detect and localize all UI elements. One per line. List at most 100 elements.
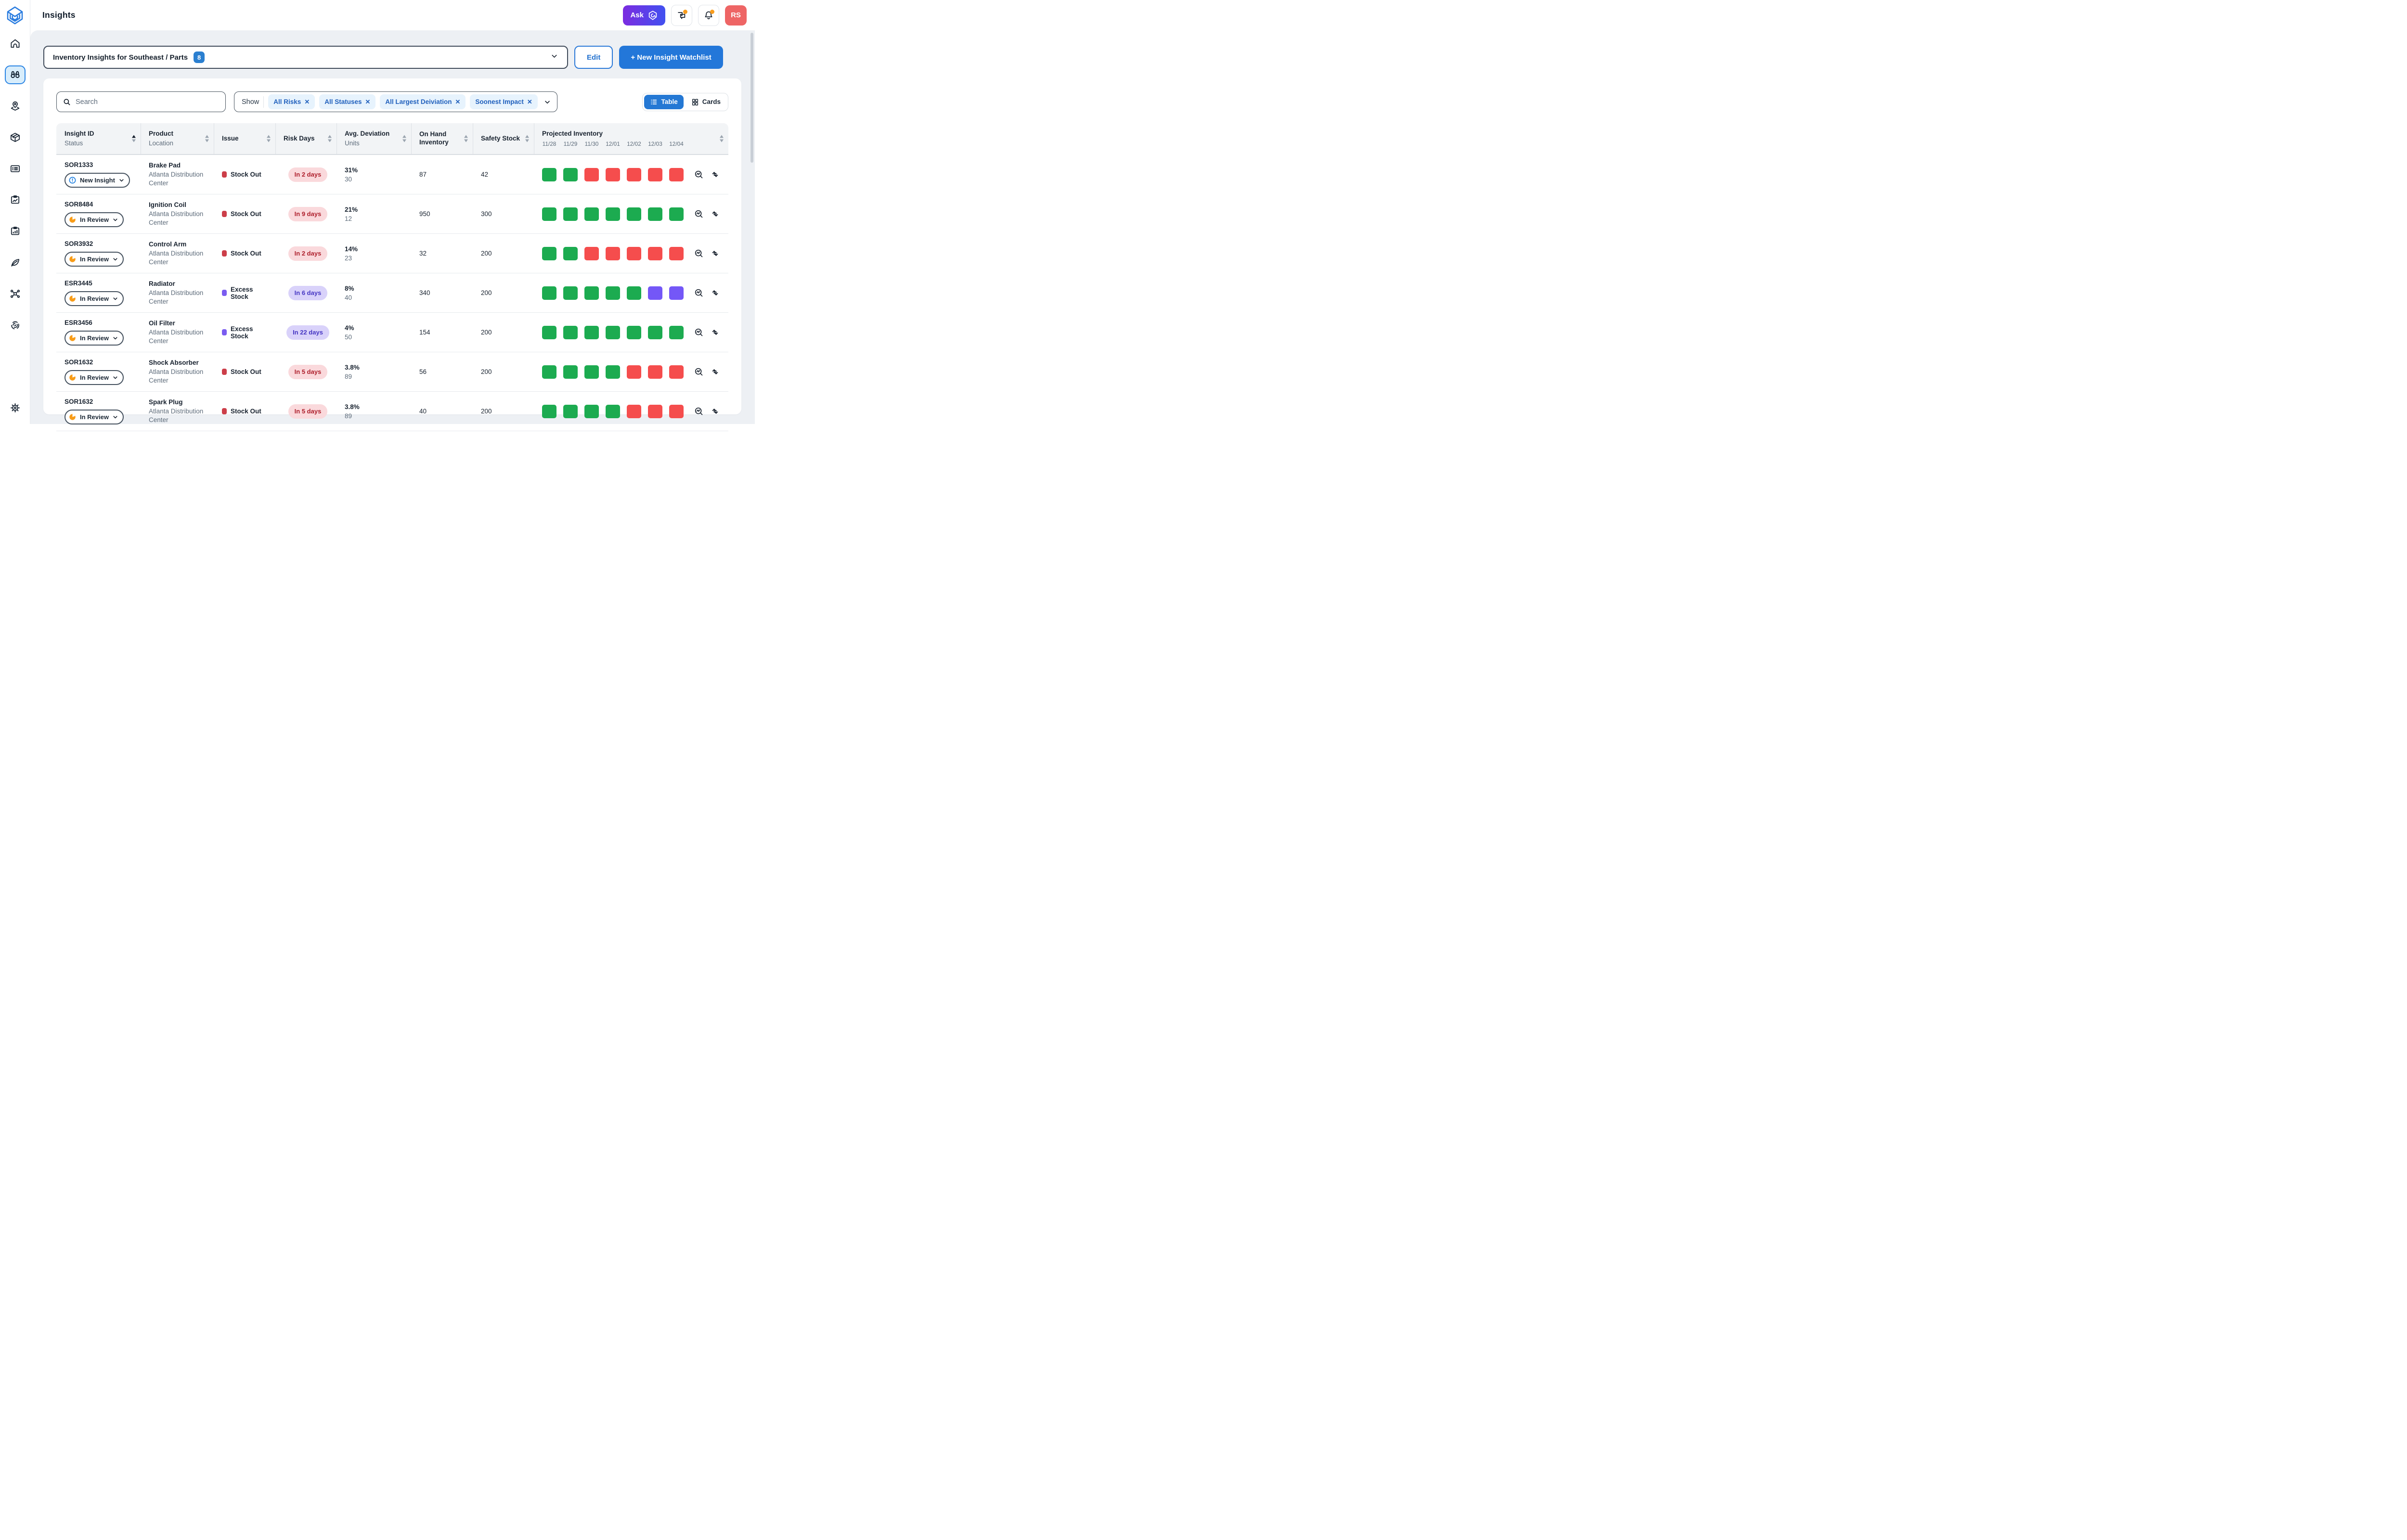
filter-chip-largest-deviation[interactable]: All Largest Deiviation✕ <box>380 94 466 109</box>
chevron-down-icon <box>550 52 558 63</box>
sidebar-item-home[interactable] <box>5 34 26 53</box>
risk-days-badge: In 2 days <box>288 246 328 261</box>
projected-day-square <box>606 286 620 300</box>
chat-button[interactable] <box>671 5 692 26</box>
watchlist-select[interactable]: Inventory Insights for Southeast / Parts… <box>43 46 568 69</box>
transfer-button[interactable] <box>710 169 720 180</box>
status-dropdown[interactable]: In Review <box>65 291 124 306</box>
projected-day-square <box>542 365 556 379</box>
sidebar-item-sustainability[interactable] <box>5 253 26 272</box>
explore-insight-button[interactable] <box>694 248 704 258</box>
sidebar-item-network[interactable] <box>5 284 26 303</box>
sidebar-item-insights[interactable] <box>5 65 26 84</box>
transfer-button[interactable] <box>710 288 720 298</box>
column-header-safety-stock[interactable]: Safety Stock <box>473 123 534 154</box>
show-label: Show <box>242 98 259 106</box>
new-watchlist-button[interactable]: + New Insight Watchlist <box>619 46 723 69</box>
page-title: Insights <box>42 10 76 20</box>
product-cell: Ignition Coil Atlanta Distribution Cente… <box>141 196 214 231</box>
on-hand-cell: 40 <box>412 403 473 420</box>
status-dropdown[interactable]: In Review <box>65 212 124 227</box>
remove-chip-icon[interactable]: ✕ <box>527 98 532 106</box>
ask-button[interactable]: Ask <box>623 5 665 26</box>
user-avatar[interactable]: RS <box>725 5 747 26</box>
sort-icon[interactable] <box>402 135 406 142</box>
column-header-insight-id[interactable]: Insight ID Status <box>56 123 141 154</box>
sidebar-item-locations[interactable] <box>5 97 26 116</box>
explore-insight-button[interactable] <box>694 169 704 180</box>
sidebar-item-planning[interactable] <box>5 222 26 241</box>
projected-day-square <box>648 326 662 339</box>
sort-icon[interactable] <box>525 135 529 142</box>
explore-insight-button[interactable] <box>694 406 704 416</box>
explore-insight-button[interactable] <box>694 209 704 219</box>
risk-days-badge: In 22 days <box>286 325 329 340</box>
watchlist-count-badge: 8 <box>194 51 205 63</box>
edit-watchlist-button[interactable]: Edit <box>574 46 613 69</box>
risk-days-cell: In 2 days <box>276 242 337 266</box>
filter-chip-all-risks[interactable]: All Risks✕ <box>268 94 315 109</box>
transfer-button[interactable] <box>710 209 720 219</box>
filter-chip-soonest-impact[interactable]: Soonest Impact✕ <box>470 94 537 109</box>
in-review-icon <box>68 295 77 303</box>
table-row: SOR8484 In Review Ignition Coil Atlanta … <box>56 194 728 234</box>
explore-insight-button[interactable] <box>694 367 704 377</box>
status-dropdown[interactable]: In Review <box>65 370 124 385</box>
cards-view-button[interactable]: Cards <box>686 95 726 109</box>
transfer-button[interactable] <box>710 367 720 377</box>
sidebar-item-products[interactable] <box>5 128 26 147</box>
sort-icon[interactable] <box>720 135 724 142</box>
projected-cell <box>534 400 728 423</box>
column-header-product[interactable]: Product Location <box>141 123 214 154</box>
column-header-avg-deviation[interactable]: Avg. Deviation Units <box>337 123 412 154</box>
leaf-icon <box>10 257 21 268</box>
chevron-down-icon <box>112 295 118 302</box>
search-input[interactable] <box>76 98 220 106</box>
sidebar-item-orders[interactable] <box>5 159 26 178</box>
remove-chip-icon[interactable]: ✕ <box>365 98 371 106</box>
table-view-button[interactable]: Table <box>644 95 683 109</box>
projected-day-square <box>627 286 641 300</box>
explore-insight-button[interactable] <box>694 327 704 337</box>
issue-cell: Stock Out <box>214 403 276 420</box>
sidebar-item-settings[interactable] <box>5 398 26 417</box>
transfer-button[interactable] <box>710 327 720 337</box>
status-dropdown[interactable]: In Review <box>65 331 124 346</box>
on-hand-cell: 154 <box>412 324 473 341</box>
projected-dates: 11/2811/2911/3012/0112/0212/0312/04 <box>542 141 716 147</box>
projected-day-square <box>648 286 662 300</box>
remove-chip-icon[interactable]: ✕ <box>455 98 460 106</box>
sort-icon[interactable] <box>328 135 332 142</box>
notifications-button[interactable] <box>698 5 719 26</box>
filters-chevron-down-icon[interactable] <box>544 98 551 106</box>
projected-day-square <box>606 405 620 418</box>
explore-insight-button[interactable] <box>694 288 704 298</box>
status-dropdown[interactable]: In Review <box>65 410 124 424</box>
risk-days-badge: In 2 days <box>288 167 328 182</box>
projected-day-square <box>563 247 578 260</box>
issue-cell: Stock Out <box>214 245 276 262</box>
sort-icon[interactable] <box>132 135 136 142</box>
status-dropdown[interactable]: In Review <box>65 252 124 267</box>
app-logo-icon[interactable] <box>5 4 25 26</box>
column-header-on-hand[interactable]: On Hand Inventory <box>412 123 473 154</box>
status-dropdown[interactable]: New Insight <box>65 173 130 188</box>
column-header-issue[interactable]: Issue <box>214 123 276 154</box>
vertical-scrollbar[interactable] <box>751 33 753 163</box>
transfer-button[interactable] <box>710 248 720 258</box>
filter-chip-all-statuses[interactable]: All Statuses✕ <box>319 94 375 109</box>
transfer-button[interactable] <box>710 406 720 416</box>
sort-icon[interactable] <box>464 135 468 142</box>
remove-chip-icon[interactable]: ✕ <box>304 98 310 106</box>
projected-day-square <box>627 405 641 418</box>
radar-icon <box>10 320 21 331</box>
sort-icon[interactable] <box>267 135 271 142</box>
sidebar-item-reports[interactable] <box>5 191 26 209</box>
column-header-projected[interactable]: Projected Inventory 11/2811/2911/3012/01… <box>534 123 728 154</box>
sidebar-item-radar[interactable] <box>5 316 26 334</box>
issue-bullet <box>222 329 227 335</box>
column-header-risk-days[interactable]: Risk Days <box>276 123 337 154</box>
table-row: SOR1632 In Review Shock Absorber Atlanta… <box>56 352 728 392</box>
insight-id: SOR3932 <box>65 240 136 247</box>
sort-icon[interactable] <box>205 135 209 142</box>
